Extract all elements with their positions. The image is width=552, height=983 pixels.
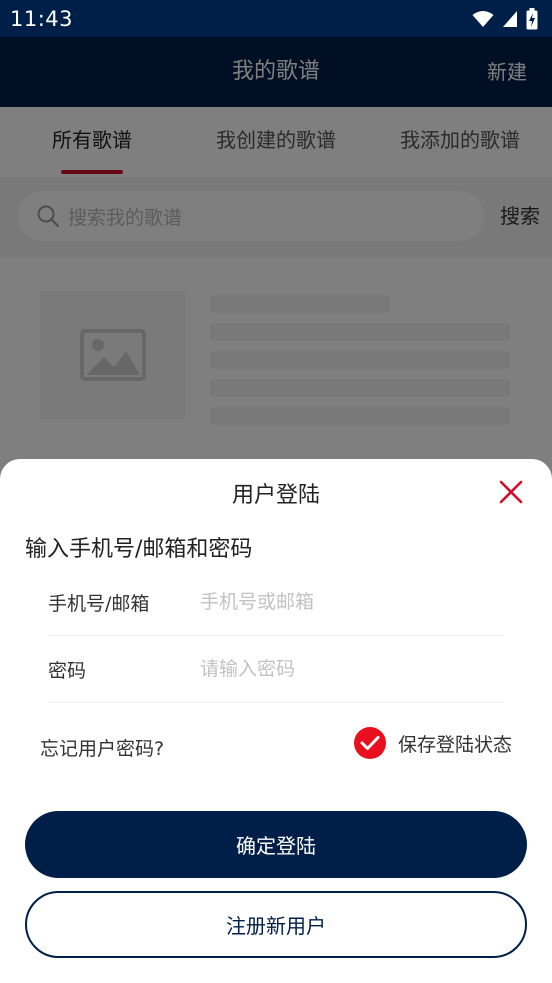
forgot-password-link[interactable]: 忘记用户密码? — [40, 734, 164, 761]
wifi-icon — [472, 10, 494, 27]
password-field-row: 密码 — [48, 636, 504, 703]
status-icons — [472, 7, 538, 30]
status-time: 11:43 — [10, 6, 74, 31]
status-bar: 11:43 — [0, 0, 552, 37]
account-field-label: 手机号/邮箱 — [48, 592, 150, 615]
account-input[interactable] — [200, 591, 504, 613]
login-button[interactable]: 确定登陆 — [25, 811, 527, 878]
close-button[interactable] — [498, 479, 524, 505]
battery-charging-icon — [526, 7, 538, 29]
checkmark-icon — [360, 736, 380, 750]
signal-icon — [503, 10, 517, 27]
sheet-title: 用户登陆 — [231, 483, 320, 508]
account-field-row: 手机号/邮箱 — [48, 569, 504, 636]
screen: 11:43 我的歌谱 新建 所有歌谱 我创建的歌谱 — [0, 0, 552, 983]
remember-login-label: 保存登陆状态 — [397, 733, 512, 756]
checkbox-checked[interactable] — [353, 727, 386, 759]
remember-login-toggle[interactable]: 保存登陆状态 — [353, 727, 512, 759]
password-field-label: 密码 — [48, 659, 87, 682]
login-sheet: 用户登陆 输入手机号/邮箱和密码 手机号/邮箱 密码 忘记用户密码? 保存登陆状… — [0, 459, 552, 983]
register-button[interactable]: 注册新用户 — [25, 891, 527, 958]
password-input[interactable] — [200, 658, 504, 680]
close-icon — [499, 480, 523, 504]
sheet-subtitle: 输入手机号/邮箱和密码 — [25, 537, 253, 562]
